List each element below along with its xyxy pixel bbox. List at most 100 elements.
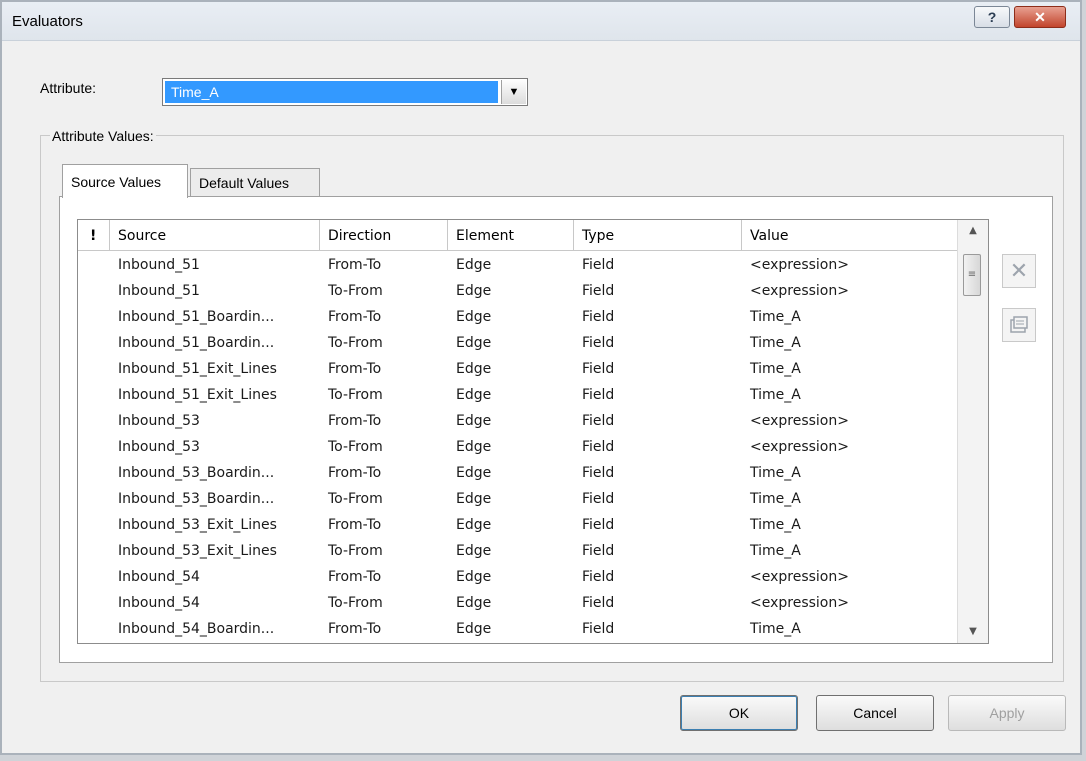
evaluators-dialog: Evaluators ? ✕ Attribute: Time_A ▼ Attri…: [0, 0, 1082, 755]
title-bar: Evaluators ? ✕: [2, 2, 1080, 41]
table-cell: From-To: [328, 413, 382, 429]
table-cell: <expression>: [750, 595, 849, 611]
table-cell: Edge: [456, 491, 492, 507]
table-cell: Time_A: [750, 335, 801, 351]
table-row[interactable]: Inbound_54_Boardin... From-To Edge Field Tim…: [78, 616, 958, 642]
table-row[interactable]: Inbound_51 From-To Edge Field <expression>: [78, 252, 958, 278]
table-cell: Edge: [456, 569, 492, 585]
table-row[interactable]: Inbound_51_Exit_Lines To-From Edge Field Tim…: [78, 382, 958, 408]
table-cell: From-To: [328, 361, 382, 377]
column-header-error[interactable]: !: [78, 220, 110, 250]
table-cell: Inbound_51: [118, 283, 200, 299]
ok-button[interactable]: OK: [680, 695, 798, 731]
table-row[interactable]: Inbound_54 From-To Edge Field <expression>: [78, 564, 958, 590]
table-cell: Inbound_53_Boardin...: [118, 465, 275, 481]
apply-button[interactable]: Apply: [948, 695, 1066, 731]
table-cell: Field: [582, 257, 615, 273]
table-cell: Time_A: [750, 387, 801, 403]
table-cell: <expression>: [750, 439, 849, 455]
table-cell: To-From: [328, 543, 383, 559]
table-cell: Inbound_53_Exit_Lines: [118, 543, 277, 559]
cancel-button[interactable]: Cancel: [816, 695, 934, 731]
table-cell: <expression>: [750, 569, 849, 585]
table-cell: Field: [582, 439, 615, 455]
vertical-scrollbar[interactable]: ▲ ≡ ▼: [957, 220, 988, 643]
column-header-value[interactable]: Value: [742, 220, 958, 250]
table-row[interactable]: Inbound_53_Exit_Lines To-From Edge Field Tim…: [78, 538, 958, 564]
scroll-up-icon[interactable]: ▲: [958, 220, 988, 242]
properties-button[interactable]: [1002, 308, 1036, 342]
table-cell: Time_A: [750, 621, 801, 637]
table-cell: <expression>: [750, 283, 849, 299]
table-row[interactable]: Inbound_53 To-From Edge Field <expression>: [78, 434, 958, 460]
table-cell: Edge: [456, 543, 492, 559]
table-row[interactable]: Inbound_54 To-From Edge Field <expression>: [78, 590, 958, 616]
table-cell: Edge: [456, 309, 492, 325]
column-header-source[interactable]: Source: [110, 220, 320, 250]
table-row[interactable]: Inbound_51_Boardin... To-From Edge Field Tim…: [78, 330, 958, 356]
table-cell: Time_A: [750, 465, 801, 481]
table-cell: Edge: [456, 387, 492, 403]
table-cell: Field: [582, 335, 615, 351]
column-header-direction[interactable]: Direction: [320, 220, 448, 250]
tab-source-values[interactable]: Source Values: [62, 164, 188, 198]
table-cell: Field: [582, 543, 615, 559]
table-row[interactable]: Inbound_53_Exit_Lines From-To Edge Field Tim…: [78, 512, 958, 538]
delete-button[interactable]: ✕: [1002, 254, 1036, 288]
table-cell: From-To: [328, 465, 382, 481]
table-cell: Inbound_53: [118, 413, 200, 429]
dropdown-arrow-button[interactable]: ▼: [501, 80, 526, 104]
table-cell: Edge: [456, 257, 492, 273]
table-row[interactable]: Inbound_51_Boardin... From-To Edge Field Tim…: [78, 304, 958, 330]
table-cell: Inbound_53: [118, 439, 200, 455]
help-button[interactable]: ?: [974, 6, 1010, 28]
table-row[interactable]: Inbound_53 From-To Edge Field <expression>: [78, 408, 958, 434]
table-row[interactable]: Inbound_53_Boardin... From-To Edge Field Tim…: [78, 460, 958, 486]
table-cell: Time_A: [750, 361, 801, 377]
close-button[interactable]: ✕: [1014, 6, 1066, 28]
table-cell: Field: [582, 621, 615, 637]
scroll-down-icon[interactable]: ▼: [958, 621, 988, 643]
table-cell: Field: [582, 361, 615, 377]
table-cell: Inbound_51_Exit_Lines: [118, 361, 277, 377]
table-cell: To-From: [328, 283, 383, 299]
column-header-type[interactable]: Type: [574, 220, 742, 250]
column-header-element[interactable]: Element: [448, 220, 574, 250]
table-cell: Time_A: [750, 543, 801, 559]
table-cell: To-From: [328, 439, 383, 455]
table-cell: From-To: [328, 569, 382, 585]
table-cell: To-From: [328, 595, 383, 611]
table-cell: Field: [582, 595, 615, 611]
table-cell: To-From: [328, 491, 383, 507]
table-cell: Inbound_51_Boardin...: [118, 309, 275, 325]
attribute-label: Attribute:: [40, 80, 97, 96]
attribute-dropdown[interactable]: Time_A ▼: [162, 78, 528, 106]
table-row[interactable]: Inbound_51_Exit_Lines From-To Edge Field Tim…: [78, 356, 958, 382]
table-cell: To-From: [328, 335, 383, 351]
chevron-down-icon: ▼: [508, 86, 520, 98]
table-cell: Inbound_51_Boardin...: [118, 335, 275, 351]
table-header: ! Source Direction Element Type Value: [78, 220, 958, 251]
table-cell: Inbound_54: [118, 595, 200, 611]
table-cell: Field: [582, 491, 615, 507]
tab-default-values[interactable]: Default Values: [190, 168, 320, 196]
scroll-thumb[interactable]: ≡: [963, 254, 981, 296]
properties-icon: [1010, 316, 1028, 333]
table-cell: Edge: [456, 465, 492, 481]
table-cell: <expression>: [750, 257, 849, 273]
table-cell: Edge: [456, 621, 492, 637]
close-icon: ✕: [1034, 8, 1046, 25]
table-cell: From-To: [328, 517, 382, 533]
table-row[interactable]: Inbound_51 To-From Edge Field <expression>: [78, 278, 958, 304]
table-cell: From-To: [328, 309, 382, 325]
table-cell: Field: [582, 309, 615, 325]
table-cell: Field: [582, 387, 615, 403]
table-row[interactable]: Inbound_53_Boardin... To-From Edge Field Tim…: [78, 486, 958, 512]
table-cell: Field: [582, 517, 615, 533]
table-cell: Inbound_51_Exit_Lines: [118, 387, 277, 403]
table-cell: From-To: [328, 257, 382, 273]
table-cell: Edge: [456, 335, 492, 351]
table-cell: Time_A: [750, 517, 801, 533]
table-cell: Edge: [456, 595, 492, 611]
source-values-table[interactable]: ! Source Direction Element Type Value In…: [77, 219, 989, 644]
